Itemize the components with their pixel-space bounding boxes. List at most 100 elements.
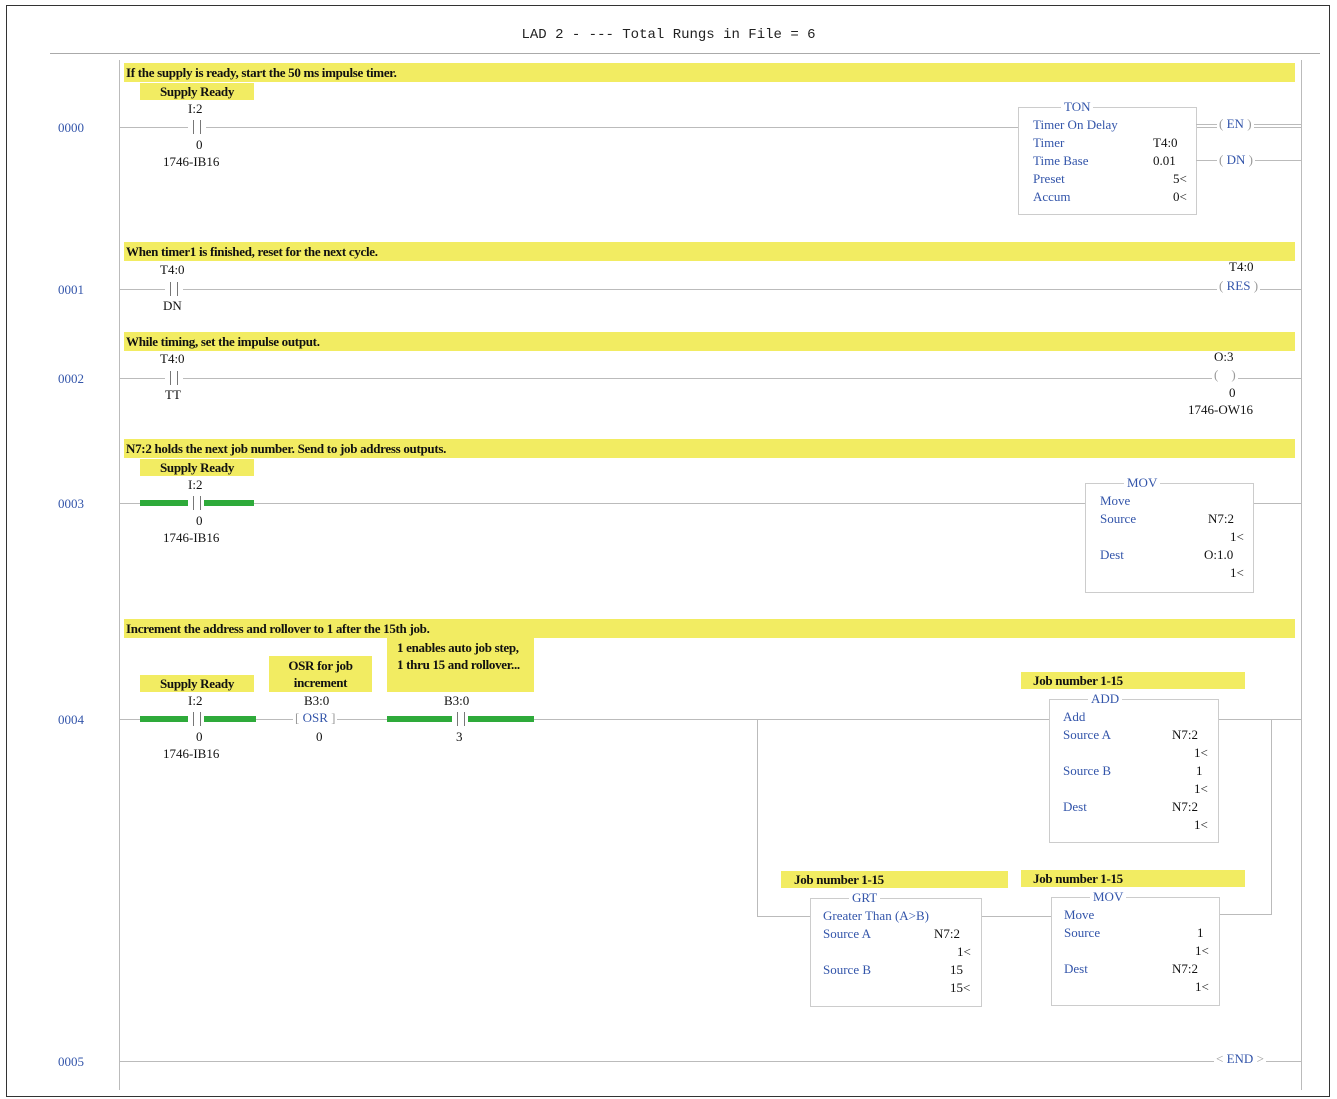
rung-comment[interactable]: When timer1 is finished, reset for the n…: [124, 242, 1295, 261]
contact-module: 1746-IB16: [163, 746, 220, 761]
param-value[interactable]: T4:0: [1153, 135, 1178, 151]
contact-module: 1746-IB16: [163, 154, 220, 169]
instruction-name: Move: [1100, 493, 1131, 508]
energized-wire: [204, 500, 254, 506]
param-value[interactable]: 1: [1197, 925, 1204, 941]
coil-module: 1746-OW16: [1188, 402, 1253, 417]
title-divider: [50, 53, 1320, 54]
contact-symbol-label: 1 enables auto job step, 1 thru 15 and r…: [387, 638, 534, 692]
contact-bit: DN: [163, 298, 182, 313]
param-value[interactable]: 1: [1196, 763, 1203, 779]
osr-address: B3:0: [304, 693, 330, 708]
instruction-mnemonic: ADD: [1088, 691, 1123, 707]
branch-wire: [757, 719, 758, 916]
contact-bit: 0: [196, 137, 203, 152]
param-label: Source: [1100, 511, 1137, 526]
mov-instruction-box[interactable]: MOV Move Source 1 1< Dest N7:2 1<: [1051, 889, 1220, 1006]
contact-bit: 0: [196, 513, 203, 528]
rung-number[interactable]: 0004: [58, 712, 84, 728]
param-label: Source: [1064, 925, 1101, 940]
instruction-mnemonic: MOV: [1124, 475, 1161, 491]
energized-wire: [387, 716, 455, 722]
rung-wire: [1253, 503, 1301, 504]
osr-bit: 0: [316, 729, 323, 744]
branch-wire: [981, 916, 1051, 917]
param-label: Dest: [1064, 961, 1088, 976]
rung-wire: [120, 378, 1301, 379]
param-current: 1<: [1194, 781, 1208, 796]
energized-wire: [204, 716, 256, 722]
instruction-mnemonic: GRT: [849, 890, 881, 906]
rung-comment[interactable]: Increment the address and rollover to 1 …: [124, 619, 1295, 638]
end-instruction[interactable]: < END >: [1214, 1051, 1266, 1067]
rung-comment[interactable]: N7:2 holds the next job number. Send to …: [124, 439, 1295, 458]
contact-symbol-label: Supply Ready: [140, 459, 254, 476]
rung-wire: [120, 503, 1085, 504]
contact-symbol-label: Supply Ready: [140, 83, 254, 100]
add-instruction-box[interactable]: ADD Add Source A N7:2 1< Source B 1 1< D…: [1049, 691, 1219, 843]
param-label: Accum: [1033, 189, 1071, 204]
coil-address: T4:0: [1229, 259, 1254, 274]
rung-wire: [120, 1061, 1301, 1062]
param-current: 1<: [957, 944, 971, 959]
xic-contact[interactable]: [165, 371, 183, 385]
contact-bit: TT: [165, 387, 181, 402]
ote-coil[interactable]: ( ): [1212, 367, 1238, 383]
xic-contact[interactable]: [165, 282, 183, 296]
param-value[interactable]: 0.01: [1153, 153, 1176, 169]
param-value[interactable]: 0<: [1173, 189, 1187, 205]
param-value[interactable]: N7:2: [1208, 511, 1234, 527]
param-label: Source B: [823, 962, 872, 977]
branch-wire: [1219, 914, 1271, 915]
param-label: Time Base: [1033, 153, 1089, 168]
contact-address: I:2: [188, 477, 203, 492]
branch-wire: [757, 916, 810, 917]
energized-wire: [468, 716, 534, 722]
ton-instruction-box[interactable]: TON Timer On Delay Timer T4:0 Time Base …: [1018, 99, 1197, 215]
param-label: Preset: [1033, 171, 1065, 186]
en-output[interactable]: ( EN ): [1217, 116, 1254, 132]
param-label: Dest: [1100, 547, 1124, 562]
end-label: END: [1226, 1051, 1254, 1066]
osr-symbol-label: OSR for job increment: [269, 656, 372, 692]
contact-symbol-label: Supply Ready: [140, 675, 254, 692]
coil-bit: 0: [1229, 385, 1236, 400]
contact-address: I:2: [188, 101, 203, 116]
contact-address: I:2: [188, 693, 203, 708]
param-value[interactable]: N7:2: [1172, 961, 1198, 977]
grt-instruction-box[interactable]: GRT Greater Than (A>B) Source A N7:2 1< …: [810, 890, 982, 1007]
contact-address: T4:0: [160, 351, 185, 366]
param-current: 1<: [1195, 979, 1209, 994]
osr-instruction[interactable]: [ OSR ]: [293, 710, 338, 726]
mov-instruction-box[interactable]: MOV Move Source N7:2 1< Dest O:1.0 1<: [1085, 475, 1254, 593]
param-value[interactable]: N7:2: [1172, 727, 1198, 743]
mov-symbol-label: Job number 1-15: [1021, 870, 1245, 887]
param-value[interactable]: O:1.0: [1204, 547, 1233, 563]
param-value[interactable]: 5<: [1173, 171, 1187, 187]
param-value[interactable]: 15: [950, 962, 963, 978]
contact-bit: 0: [196, 729, 203, 744]
param-value[interactable]: N7:2: [1172, 799, 1198, 815]
right-power-rail: [1301, 60, 1302, 1090]
contact-address: B3:0: [444, 693, 470, 708]
param-current: 1<: [1194, 745, 1208, 760]
param-value[interactable]: N7:2: [934, 926, 960, 942]
coil-address: O:3: [1214, 349, 1234, 364]
xic-contact[interactable]: [188, 120, 206, 134]
file-title: LAD 2 - --- Total Rungs in File = 6: [521, 27, 816, 43]
param-current: 1<: [1195, 943, 1209, 958]
instruction-mnemonic: TON: [1061, 99, 1094, 115]
rung-number[interactable]: 0005: [58, 1054, 84, 1070]
rung-number[interactable]: 0000: [58, 120, 84, 136]
dn-output[interactable]: ( DN ): [1217, 152, 1255, 168]
rung-number[interactable]: 0001: [58, 282, 84, 298]
res-coil[interactable]: ( RES ): [1217, 278, 1261, 294]
param-label: Source A: [823, 926, 872, 941]
energized-wire: [140, 716, 190, 722]
rung-comment[interactable]: While timing, set the impulse output.: [124, 332, 1295, 351]
param-current: 1<: [1230, 529, 1244, 544]
rung-comment[interactable]: If the supply is ready, start the 50 ms …: [124, 63, 1295, 82]
rung-number[interactable]: 0002: [58, 371, 84, 387]
rung-number[interactable]: 0003: [58, 496, 84, 512]
contact-address: T4:0: [160, 262, 185, 277]
